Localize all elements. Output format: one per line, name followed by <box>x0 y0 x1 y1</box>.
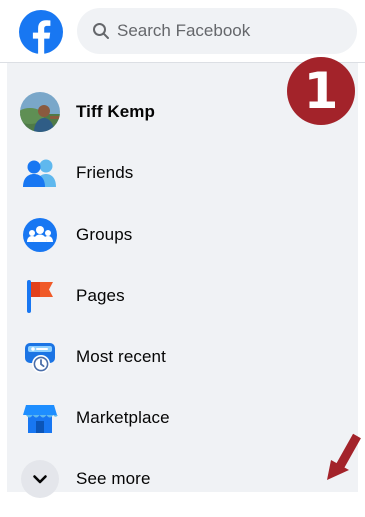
search-bar[interactable] <box>77 8 357 54</box>
menu-item-label: Most recent <box>76 347 166 366</box>
menu-item-friends[interactable]: Friends <box>20 151 340 195</box>
pages-flag-icon <box>20 276 60 316</box>
menu-item-label: Marketplace <box>76 408 170 427</box>
shortcut-menu: Tiff Kemp Friends Groups Pages Most rece… <box>7 63 358 498</box>
search-icon <box>93 23 109 39</box>
menu-item-label: See more <box>76 469 151 488</box>
marketplace-icon <box>20 398 60 438</box>
menu-item-label: Tiff Kemp <box>76 102 155 121</box>
annotation-arrow-icon <box>327 433 361 480</box>
groups-icon <box>20 215 60 255</box>
friends-icon <box>20 153 60 193</box>
see-more-button[interactable]: See more <box>20 457 340 501</box>
facebook-logo-icon[interactable] <box>19 10 63 54</box>
search-input[interactable] <box>117 8 337 54</box>
top-bar <box>0 0 365 63</box>
step-number-badge: 1 <box>287 57 355 125</box>
menu-item-label: Pages <box>76 286 125 305</box>
most-recent-icon <box>20 337 60 377</box>
profile-avatar <box>20 92 60 132</box>
step-number: 1 <box>303 62 339 120</box>
menu-item-most-recent[interactable]: Most recent <box>20 335 340 379</box>
menu-item-pages[interactable]: Pages <box>20 274 340 318</box>
menu-item-marketplace[interactable]: Marketplace <box>20 396 340 440</box>
menu-item-label: Friends <box>76 163 134 182</box>
menu-item-groups[interactable]: Groups <box>20 213 340 257</box>
menu-item-label: Groups <box>76 225 133 244</box>
chevron-down-icon <box>20 459 60 499</box>
